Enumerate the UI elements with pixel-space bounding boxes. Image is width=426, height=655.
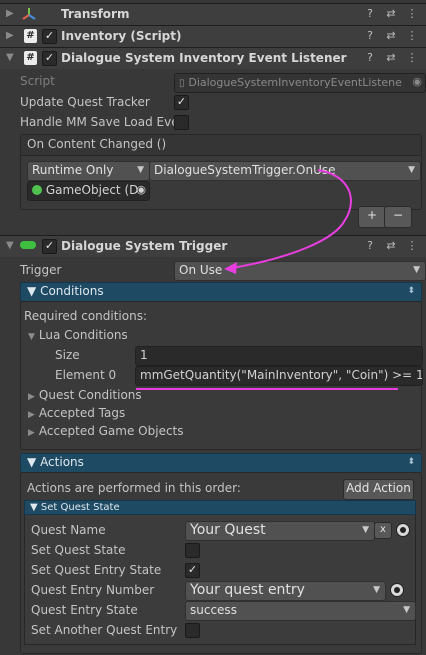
- element0-label: Element 0: [55, 368, 117, 382]
- add-action-button[interactable]: Add Action: [343, 479, 414, 500]
- actions-section-header[interactable]: ▼ Actions ⬍: [20, 453, 422, 473]
- quest-entry-state-label: Quest Entry State: [31, 603, 138, 617]
- function-dropdown[interactable]: DialogueSystemTrigger.OnUse ▼: [149, 161, 421, 181]
- update-quest-tracker-checkbox[interactable]: ✓: [174, 95, 189, 110]
- script-field[interactable]: ▯ DialogueSystemInventoryEventListene ◉: [174, 73, 426, 93]
- trigger-component-icon: [20, 241, 36, 249]
- enabled-checkbox[interactable]: ✓: [42, 239, 57, 254]
- collapsed-arrow-icon[interactable]: ▶: [6, 8, 14, 19]
- chevron-down-icon: ▼: [413, 265, 420, 275]
- help-icon[interactable]: ?: [364, 239, 376, 252]
- runtime-mode-dropdown[interactable]: Runtime Only ▼: [27, 161, 150, 181]
- more-icon[interactable]: ⋮: [406, 7, 418, 20]
- settings-icon[interactable]: ⇄: [385, 51, 397, 64]
- handle-mm-save-load-label: Handle MM Save Load Eve: [20, 115, 179, 129]
- update-quest-tracker-label: Update Quest Tracker: [20, 95, 150, 109]
- settings-icon[interactable]: ⇄: [385, 239, 397, 252]
- entry-picker-icon[interactable]: [390, 583, 404, 597]
- remove-event-button[interactable]: −: [384, 206, 412, 228]
- chevron-down-icon: ▼: [403, 605, 410, 615]
- set-quest-state-checkbox[interactable]: [185, 543, 200, 558]
- script-icon: #: [24, 51, 37, 65]
- help-icon[interactable]: ?: [364, 29, 376, 42]
- accepted-tags-foldout[interactable]: ▶ Accepted Tags: [28, 406, 125, 420]
- reorder-icon[interactable]: ⬍: [407, 283, 415, 299]
- chevron-down-icon: ▼: [408, 165, 415, 175]
- quest-entry-number-label: Quest Entry Number: [31, 583, 155, 597]
- target-object-field[interactable]: GameObject (D ◉: [27, 181, 150, 201]
- help-icon[interactable]: ?: [364, 51, 376, 64]
- inventory-component-header[interactable]: ▶ # ✓ Inventory (Script) ? ⇄ ⋮: [0, 25, 426, 47]
- script-icon: #: [24, 29, 37, 43]
- script-label: Script: [20, 74, 55, 88]
- component-title: Transform: [61, 7, 130, 21]
- quest-name-label: Quest Name: [31, 523, 106, 537]
- gameobject-icon: [32, 185, 42, 195]
- size-label: Size: [55, 348, 80, 362]
- expanded-arrow-icon: ▼: [27, 455, 37, 469]
- trigger-dropdown[interactable]: On Use ▼: [174, 261, 426, 281]
- expanded-arrow-icon[interactable]: ▼: [6, 240, 14, 251]
- settings-icon[interactable]: ⇄: [385, 7, 397, 20]
- handle-mm-save-load-checkbox[interactable]: [174, 115, 189, 130]
- required-conditions-label: Required conditions:: [24, 309, 147, 323]
- more-icon[interactable]: ⋮: [406, 239, 418, 252]
- quest-name-dropdown[interactable]: Your Quest ▼: [185, 521, 375, 541]
- actions-order-label: Actions are performed in this order:: [27, 481, 241, 495]
- chevron-down-icon: ▼: [137, 165, 144, 175]
- component-title: Dialogue System Inventory Event Listener: [61, 51, 347, 65]
- component-title: Dialogue System Trigger: [61, 239, 228, 253]
- lua-conditions-foldout[interactable]: ▼ Lua Conditions: [28, 328, 128, 342]
- enabled-checkbox[interactable]: ✓: [42, 51, 57, 66]
- event-header: On Content Changed (): [21, 135, 421, 156]
- on-content-changed-event: On Content Changed () Runtime Only ▼ Dia…: [20, 134, 422, 210]
- enabled-checkbox[interactable]: ✓: [42, 29, 57, 44]
- object-picker-icon[interactable]: ◉: [412, 74, 422, 90]
- quest-conditions-foldout[interactable]: ▶ Quest Conditions: [28, 388, 142, 402]
- help-icon[interactable]: ?: [364, 7, 376, 20]
- script-file-icon: ▯: [179, 78, 185, 89]
- component-title: Inventory (Script): [61, 29, 182, 43]
- settings-icon[interactable]: ⇄: [385, 29, 397, 42]
- set-quest-entry-state-checkbox[interactable]: ✓: [185, 563, 200, 578]
- set-another-quest-entry-label: Set Another Quest Entry Sta: [31, 623, 181, 637]
- set-another-quest-entry-checkbox[interactable]: [185, 623, 200, 638]
- set-quest-state-label: Set Quest State: [31, 543, 126, 557]
- expanded-arrow-icon[interactable]: ▼: [6, 52, 14, 63]
- element0-field[interactable]: mmGetQuantity("MainInventory", "Coin") >…: [135, 366, 423, 386]
- size-field[interactable]: 1: [135, 346, 423, 366]
- set-quest-entry-state-label: Set Quest Entry State: [31, 563, 162, 577]
- quest-entry-state-dropdown[interactable]: success ▼: [185, 601, 416, 621]
- set-quest-state-header[interactable]: ▼ Set Quest State: [24, 500, 416, 515]
- object-picker-icon[interactable]: ◉: [136, 182, 146, 198]
- clear-quest-button[interactable]: x: [374, 522, 392, 539]
- transform-component-header[interactable]: ▶ Transform ? ⇄ ⋮: [0, 3, 426, 25]
- chevron-down-icon: ▼: [362, 525, 369, 535]
- expanded-arrow-icon: ▼: [27, 284, 37, 298]
- trigger-component-header[interactable]: ▼ ✓ Dialogue System Trigger ? ⇄ ⋮: [0, 235, 426, 257]
- event-title: On Content Changed (): [27, 137, 167, 151]
- more-icon[interactable]: ⋮: [406, 29, 418, 42]
- trigger-label: Trigger: [20, 263, 62, 277]
- collapsed-arrow-icon[interactable]: ▶: [6, 30, 14, 41]
- more-icon[interactable]: ⋮: [406, 51, 418, 64]
- chevron-down-icon: ▼: [373, 585, 380, 595]
- conditions-section-header[interactable]: ▼ Conditions ⬍: [20, 282, 422, 302]
- expanded-arrow-icon: ▼: [30, 502, 38, 513]
- accepted-game-objects-foldout[interactable]: ▶ Accepted Game Objects: [28, 424, 184, 438]
- add-event-button[interactable]: +: [358, 206, 386, 228]
- listener-component-header[interactable]: ▼ # ✓ Dialogue System Inventory Event Li…: [0, 47, 426, 69]
- quest-entry-number-dropdown[interactable]: Your quest entry ▼: [185, 581, 386, 601]
- reorder-icon[interactable]: ⬍: [407, 454, 415, 470]
- transform-axis-icon: [22, 7, 36, 24]
- quest-picker-icon[interactable]: [396, 523, 410, 537]
